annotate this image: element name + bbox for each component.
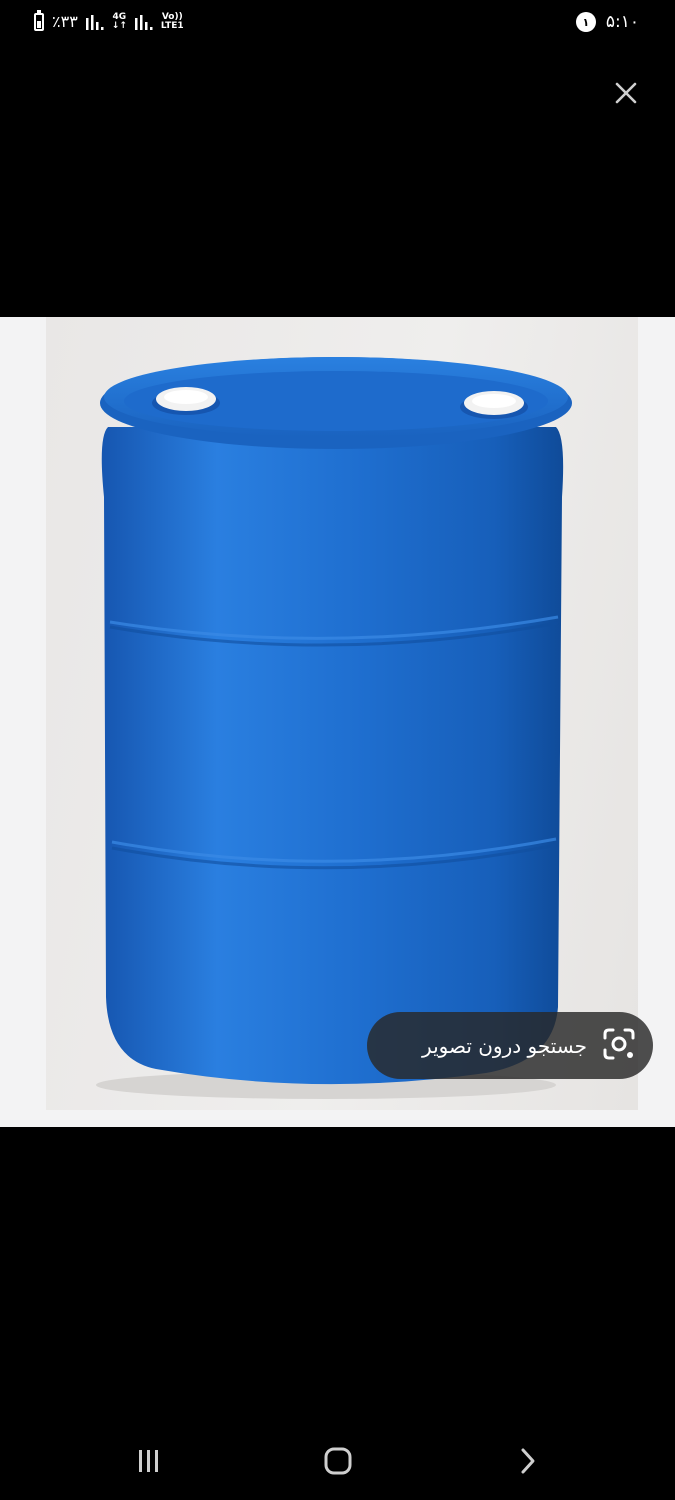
status-bar: ٪۳۳ 4G ↓↑ Vo)) LTE1 ۱ ۵:۱۰ (0, 0, 675, 50)
notification-badge: ۱ (575, 12, 596, 32)
volte-bottom: LTE1 (160, 20, 184, 31)
data-arrows-icon: ↓↑ (111, 20, 127, 31)
recents-icon (139, 1450, 158, 1472)
clock: ۵:۱۰ (605, 12, 639, 32)
home-icon (324, 1447, 352, 1475)
system-navigation-bar (0, 1425, 675, 1500)
blue-barrel-illustration (96, 357, 572, 1099)
search-in-image-label: جستجو درون تصویر (422, 1033, 587, 1058)
close-icon (615, 82, 637, 104)
status-left-group: ٪۳۳ 4G ↓↑ Vo)) LTE1 (34, 9, 184, 31)
image-viewer[interactable] (0, 317, 675, 1127)
battery-icon (34, 9, 44, 31)
status-right-group: ۱ ۵:۱۰ (575, 12, 639, 32)
volte-badge: Vo)) LTE1 (160, 12, 184, 31)
recents-button[interactable] (127, 1441, 171, 1481)
back-icon (521, 1448, 535, 1474)
network-type-badge: 4G ↓↑ (111, 12, 127, 31)
signal-icon (85, 14, 104, 30)
search-in-image-button[interactable]: جستجو درون تصویر (367, 1012, 653, 1079)
close-button[interactable] (608, 75, 644, 111)
signal-icon-2 (134, 14, 153, 30)
lens-camera-icon (601, 1026, 637, 1066)
barrel-image[interactable] (46, 317, 638, 1110)
home-button[interactable] (316, 1441, 360, 1481)
back-button[interactable] (506, 1441, 550, 1481)
battery-percent: ٪۳۳ (52, 12, 78, 31)
